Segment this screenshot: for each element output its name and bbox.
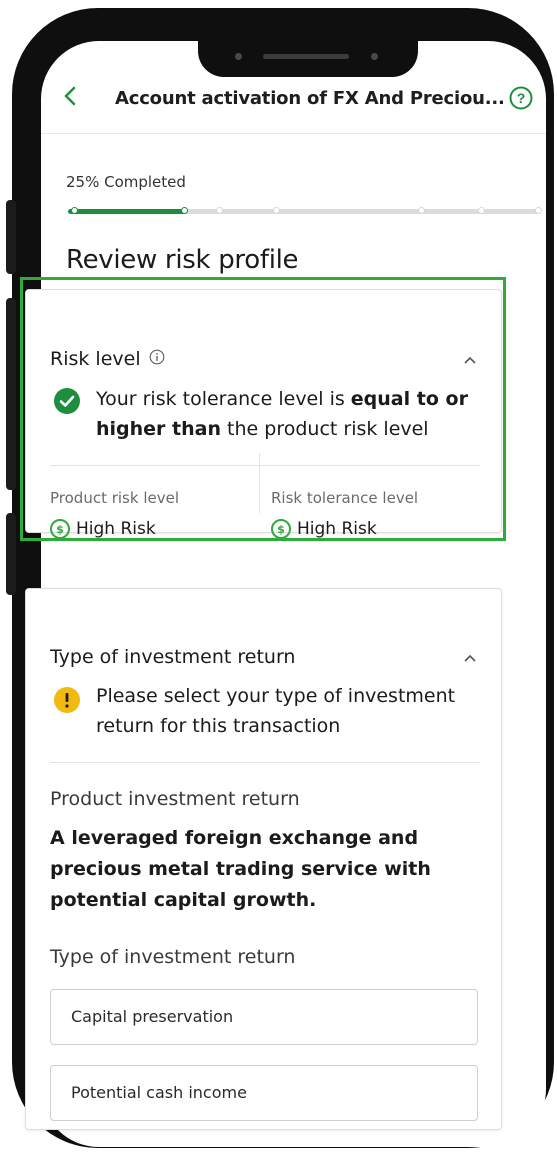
progress-step-dot — [181, 207, 188, 214]
return-type-label: Type of investment return — [50, 946, 296, 968]
divider — [50, 762, 480, 763]
exclamation-circle-icon — [54, 687, 80, 722]
progress-step-dot — [273, 207, 280, 214]
investment-return-card: Type of investment return Please select … — [25, 588, 502, 1130]
product-risk-value: $ High Risk — [50, 519, 156, 539]
return-warning-text: Please select your type of investment re… — [96, 685, 456, 737]
phone-side-button — [6, 200, 16, 274]
chevron-up-icon[interactable] — [463, 648, 477, 667]
check-circle-icon — [54, 388, 80, 423]
investment-return-heading: Type of investment return — [50, 646, 296, 668]
progress-label: 25% Completed — [66, 173, 186, 191]
phone-side-button — [6, 513, 16, 595]
chevron-up-icon[interactable] — [463, 350, 477, 369]
chevron-left-icon[interactable] — [63, 86, 77, 110]
info-icon[interactable] — [149, 348, 165, 370]
risk-status-text: Your risk tolerance level is equal to or… — [96, 388, 468, 440]
progress-fill — [68, 209, 185, 214]
product-return-label: Product investment return — [50, 788, 300, 810]
dollar-circle-icon: $ — [50, 519, 70, 539]
product-return-description: A leveraged foreign exchange and preciou… — [50, 827, 431, 911]
question-circle-icon[interactable]: ? — [509, 86, 533, 114]
dollar-circle-icon: $ — [271, 519, 291, 539]
risk-level-heading: Risk level — [50, 348, 165, 370]
option-capital-preservation[interactable]: Capital preservation — [50, 989, 478, 1045]
phone-side-button — [6, 298, 16, 490]
option-potential-cash-income[interactable]: Potential cash income — [50, 1065, 478, 1121]
svg-text:?: ? — [517, 90, 526, 106]
header-title: Account activation of FX And Preciou... — [115, 88, 505, 109]
risk-tolerance-label: Risk tolerance level — [271, 489, 419, 507]
progress-step-dot — [216, 207, 223, 214]
column-divider — [259, 453, 260, 513]
app-header: Account activation of FX And Preciou... … — [41, 41, 546, 134]
page-title: Review risk profile — [66, 245, 299, 275]
risk-level-card: Risk level Your risk tolerance level is … — [25, 289, 502, 539]
progress-step-dot — [535, 207, 542, 214]
progress-bar — [68, 207, 542, 214]
risk-tolerance-value: $ High Risk — [271, 519, 377, 539]
product-risk-label: Product risk level — [50, 489, 179, 507]
progress-step-dot — [478, 207, 485, 214]
divider — [50, 465, 480, 466]
progress-step-dot — [418, 207, 425, 214]
progress-step-dot — [71, 207, 78, 214]
